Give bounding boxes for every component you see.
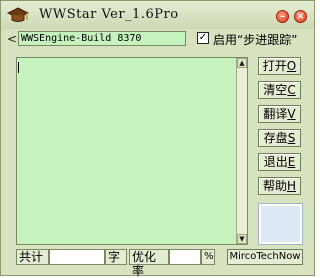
step-trace-label: 启用“步进跟踪” — [213, 33, 298, 47]
window-title: WWStar Ver_1.6Pro — [39, 7, 179, 22]
open-button[interactable]: 打开O — [258, 57, 301, 75]
preview-panel — [258, 203, 303, 245]
scroll-up-icon[interactable]: ▲ — [237, 58, 247, 68]
text-editor[interactable] — [16, 57, 248, 245]
close-icon[interactable]: × — [294, 10, 307, 23]
optimize-rate-field — [169, 249, 201, 265]
build-field[interactable]: WWSEngine-Build 8370 — [18, 31, 186, 46]
mircotechnow-button[interactable]: MircoTechNow — [227, 249, 303, 265]
minimize-icon[interactable]: – — [276, 10, 289, 23]
total-label: 共计 — [16, 249, 49, 265]
scroll-down-icon[interactable]: ▼ — [237, 234, 247, 244]
save-button[interactable]: 存盘S — [258, 129, 301, 147]
help-button[interactable]: 帮助H — [258, 177, 301, 195]
step-trace-checkbox[interactable]: ✓ — [197, 32, 209, 44]
back-arrow-icon[interactable]: < — [7, 32, 17, 46]
title-bar[interactable]: WWStar Ver_1.6Pro – × — [1, 1, 314, 29]
app-window: WWStar Ver_1.6Pro – × < WWSEngine-Build … — [0, 0, 315, 278]
editor-scrollbar[interactable]: ▲ ▼ — [236, 58, 247, 244]
translate-button[interactable]: 翻译V — [258, 105, 301, 123]
text-cursor — [18, 62, 19, 73]
mortarboard-icon — [6, 5, 30, 25]
exit-button[interactable]: 退出E — [258, 153, 301, 171]
clear-button[interactable]: 清空C — [258, 81, 301, 99]
unit-label: 字 — [105, 249, 127, 265]
optimize-rate-label: 优化率 — [129, 249, 169, 278]
total-count-field — [49, 249, 105, 265]
percent-label: % — [201, 249, 215, 265]
